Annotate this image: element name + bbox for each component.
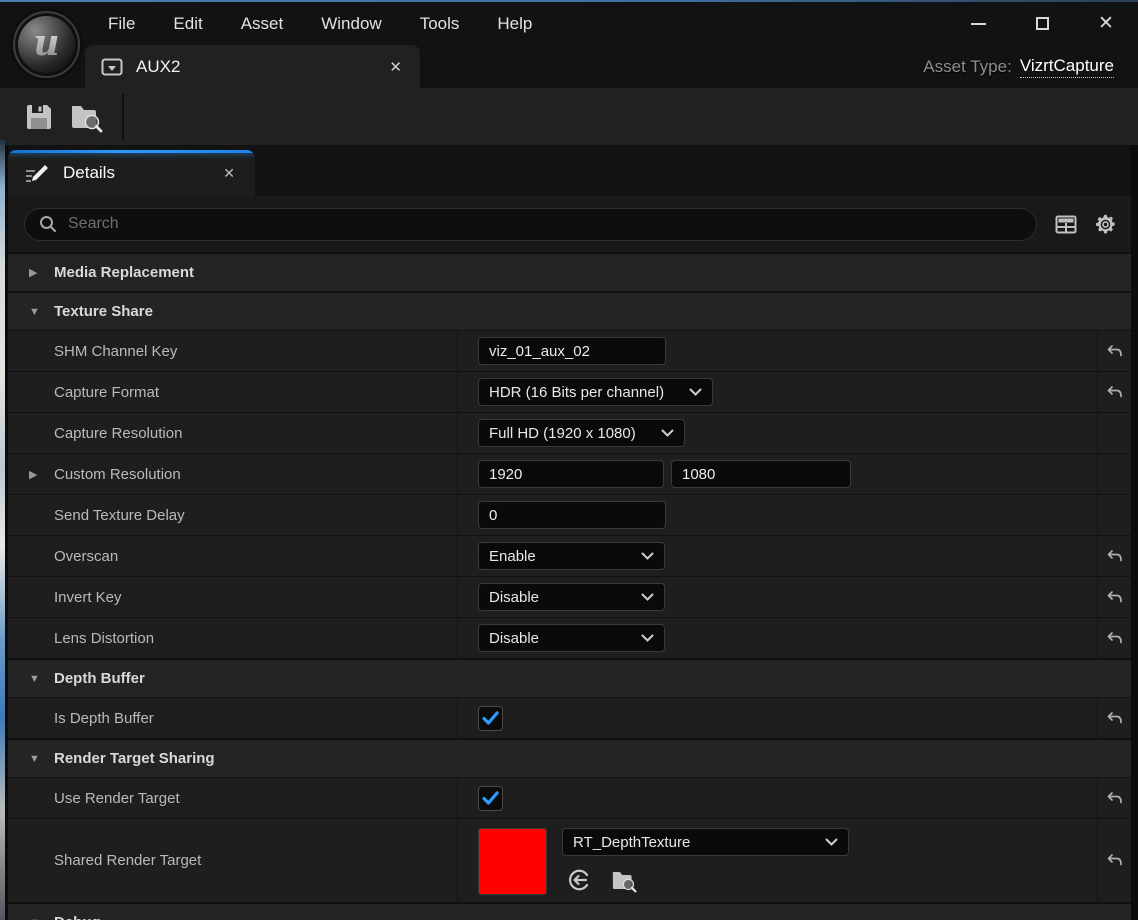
- menu-help[interactable]: Help: [497, 14, 532, 34]
- details-panel: Details ✕: [8, 145, 1131, 920]
- custom-resolution-width-input[interactable]: [478, 460, 664, 488]
- chevron-down-icon: [825, 838, 838, 846]
- details-search-row: [8, 196, 1131, 252]
- reset-to-default-icon[interactable]: [1098, 778, 1131, 818]
- asset-toolbar: [0, 88, 1138, 145]
- caret-right-icon[interactable]: ▶: [29, 468, 37, 481]
- search-icon: [39, 215, 57, 233]
- asset-editor-icon: [101, 58, 123, 76]
- chevron-down-icon: [641, 552, 654, 560]
- row-shm-channel-key: SHM Channel Key: [8, 330, 1131, 371]
- reset-to-default-icon[interactable]: [1098, 819, 1131, 902]
- browse-to-asset-button[interactable]: [62, 94, 108, 140]
- menu-window[interactable]: Window: [321, 14, 381, 34]
- row-capture-format: Capture Format HDR (16 Bits per channel): [8, 371, 1131, 412]
- reset-to-default-icon[interactable]: [1098, 372, 1131, 412]
- asset-type: Asset Type: VizrtCapture: [923, 45, 1114, 88]
- custom-resolution-height-input[interactable]: [671, 460, 851, 488]
- asset-type-value-link[interactable]: VizrtCapture: [1020, 56, 1114, 78]
- row-invert-key: Invert Key Disable: [8, 576, 1131, 617]
- checkmark-icon: [482, 791, 499, 805]
- details-tabbar: Details ✕: [8, 145, 1131, 196]
- tab-aux2[interactable]: AUX2 ✕: [85, 45, 420, 88]
- caret-down-icon: ▼: [29, 753, 54, 765]
- section-texture-share[interactable]: ▼ Texture Share: [8, 291, 1131, 330]
- reset-to-default-icon[interactable]: [1098, 536, 1131, 576]
- save-button[interactable]: [16, 94, 62, 140]
- lens-distortion-dropdown[interactable]: Disable: [478, 624, 665, 652]
- row-custom-resolution: ▶ Custom Resolution: [8, 453, 1131, 494]
- section-media-replacement[interactable]: ▶ Media Replacement: [8, 252, 1131, 291]
- chevron-down-icon: [641, 593, 654, 601]
- chevron-down-icon: [641, 634, 654, 642]
- use-selected-asset-icon[interactable]: [565, 866, 593, 894]
- reset-to-default-icon[interactable]: [1098, 577, 1131, 617]
- search-box[interactable]: [24, 208, 1037, 241]
- reset-to-default-icon[interactable]: [1098, 698, 1131, 738]
- titlebar: File Edit Asset Window Tools Help ✕: [0, 2, 1138, 45]
- caret-down-icon: ▼: [29, 306, 54, 318]
- main-menu: File Edit Asset Window Tools Help: [0, 14, 532, 34]
- tab-aux2-label: AUX2: [136, 57, 180, 77]
- row-send-texture-delay: Send Texture Delay: [8, 494, 1131, 535]
- search-input[interactable]: [68, 215, 1022, 233]
- section-depth-buffer[interactable]: ▼ Depth Buffer: [8, 658, 1131, 697]
- use-render-target-checkbox[interactable]: [478, 786, 503, 811]
- menu-file[interactable]: File: [108, 14, 135, 34]
- browse-folder-search-icon: [67, 101, 103, 133]
- capture-format-dropdown[interactable]: HDR (16 Bits per channel): [478, 378, 713, 406]
- maximize-icon[interactable]: [1032, 14, 1052, 34]
- asset-tab-bar: AUX2 ✕ Asset Type: VizrtCapture: [0, 45, 1138, 88]
- menu-asset[interactable]: Asset: [241, 14, 284, 34]
- display-filter-grid-icon[interactable]: [1053, 211, 1079, 237]
- background-window-edge: [0, 140, 5, 920]
- capture-resolution-dropdown[interactable]: Full HD (1920 x 1080): [478, 419, 685, 447]
- row-use-render-target: Use Render Target: [8, 777, 1131, 818]
- row-is-depth-buffer: Is Depth Buffer: [8, 697, 1131, 738]
- settings-gear-icon[interactable]: [1092, 211, 1118, 237]
- window-controls: ✕: [968, 14, 1138, 34]
- toolbar-separator: [122, 94, 124, 140]
- chevron-down-icon: [689, 388, 702, 396]
- minimize-icon[interactable]: [968, 14, 988, 34]
- section-debug[interactable]: ▼ Debug: [8, 902, 1131, 920]
- row-capture-resolution: Capture Resolution Full HD (1920 x 1080): [8, 412, 1131, 453]
- caret-down-icon: ▼: [29, 917, 54, 920]
- caret-down-icon: ▼: [29, 673, 54, 685]
- checkmark-icon: [482, 711, 499, 725]
- close-icon[interactable]: ✕: [1096, 14, 1116, 34]
- invert-key-dropdown[interactable]: Disable: [478, 583, 665, 611]
- row-shared-render-target: Shared Render Target RT_DepthTexture: [8, 818, 1131, 902]
- details-pencil-icon: [24, 161, 50, 185]
- menu-tools[interactable]: Tools: [420, 14, 460, 34]
- row-overscan: Overscan Enable: [8, 535, 1131, 576]
- window-top-border: [0, 0, 1138, 2]
- send-texture-delay-input[interactable]: [478, 501, 666, 529]
- save-icon: [23, 101, 55, 133]
- reset-to-default-icon[interactable]: [1098, 618, 1131, 658]
- caret-right-icon: ▶: [29, 266, 54, 279]
- unreal-editor-window: File Edit Asset Window Tools Help ✕ u AU…: [0, 0, 1138, 920]
- menu-edit[interactable]: Edit: [173, 14, 202, 34]
- overscan-dropdown[interactable]: Enable: [478, 542, 665, 570]
- tab-aux2-close-icon[interactable]: ✕: [389, 58, 402, 76]
- tab-details-label: Details: [63, 163, 115, 183]
- unreal-logo: u: [13, 11, 80, 78]
- browse-to-asset-icon[interactable]: [609, 866, 637, 894]
- asset-type-label: Asset Type:: [923, 57, 1012, 77]
- shm-channel-key-input[interactable]: [478, 337, 666, 365]
- section-render-target-sharing[interactable]: ▼ Render Target Sharing: [8, 738, 1131, 777]
- shared-render-target-dropdown[interactable]: RT_DepthTexture: [562, 828, 849, 856]
- chevron-down-icon: [661, 429, 674, 437]
- row-lens-distortion: Lens Distortion Disable: [8, 617, 1131, 658]
- is-depth-buffer-checkbox[interactable]: [478, 706, 503, 731]
- tab-details[interactable]: Details ✕: [8, 150, 255, 196]
- reset-to-default-icon[interactable]: [1098, 331, 1131, 371]
- tab-details-close-icon[interactable]: ✕: [223, 165, 235, 182]
- render-target-thumbnail[interactable]: [478, 828, 547, 895]
